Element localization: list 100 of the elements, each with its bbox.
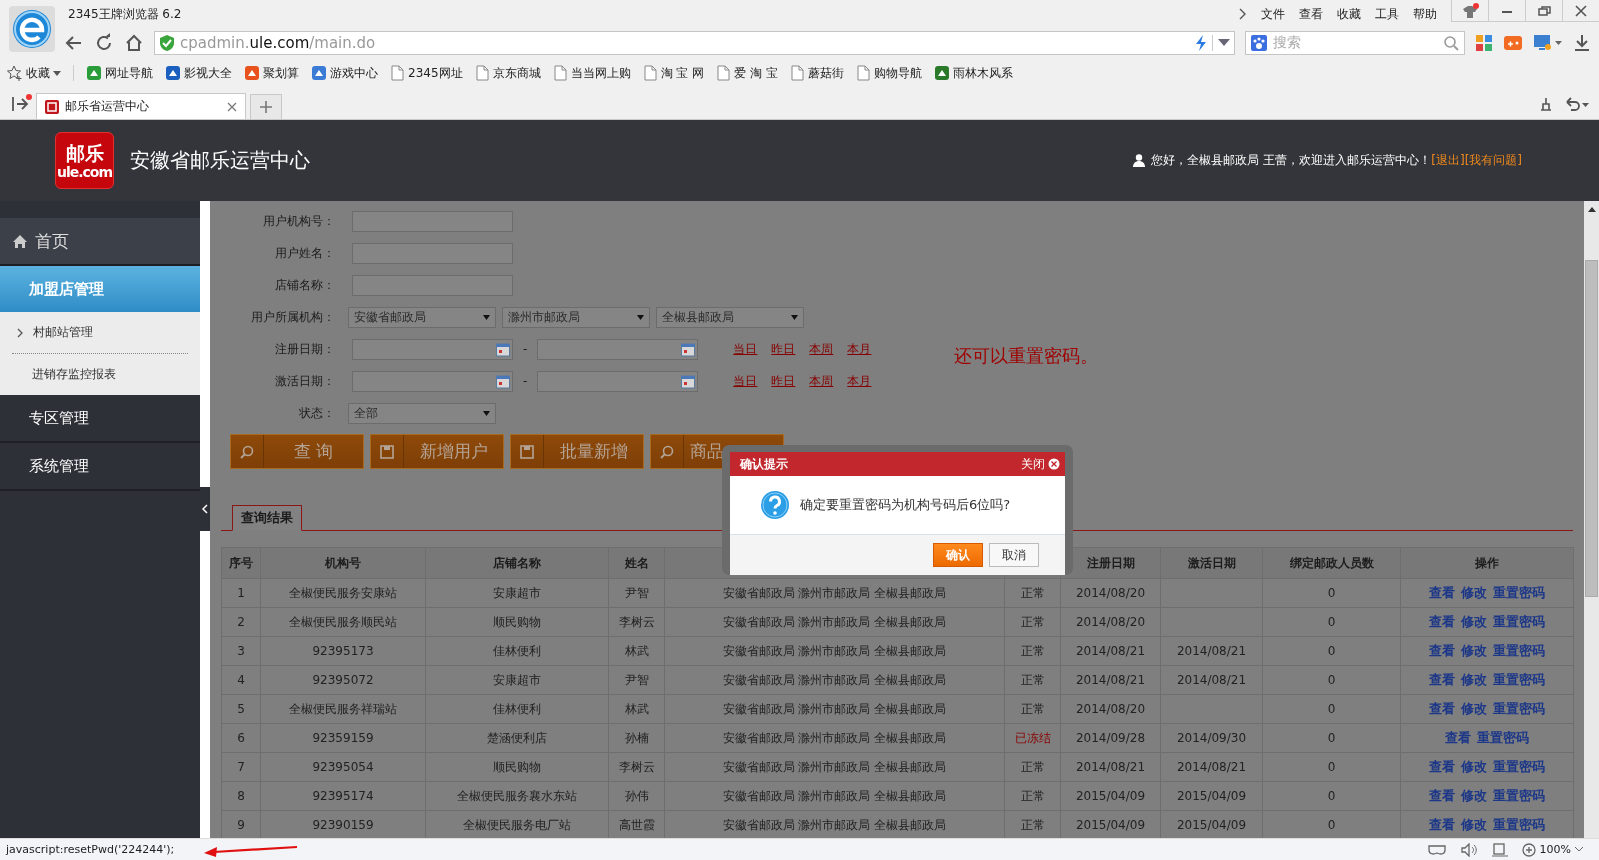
action-link[interactable]: 重置密码 xyxy=(1493,613,1545,631)
apps-icon[interactable] xyxy=(1475,34,1493,52)
menu-item[interactable]: 文件 xyxy=(1261,5,1285,23)
bookmark[interactable]: 蘑菇街 xyxy=(789,64,844,82)
action-link[interactable]: 修改 xyxy=(1461,642,1487,660)
action-link[interactable]: 修改 xyxy=(1461,613,1487,631)
menu-item[interactable]: 帮助 xyxy=(1413,5,1437,23)
action-link[interactable]: 查看 xyxy=(1429,787,1455,805)
caret-down-icon[interactable] xyxy=(1218,39,1230,47)
action-link[interactable]: 重置密码 xyxy=(1493,700,1545,718)
date-shortcut-link[interactable]: 当日 xyxy=(733,340,758,358)
action-link[interactable]: 查看 xyxy=(1429,671,1455,689)
speaker-icon[interactable] xyxy=(1459,842,1478,857)
action-link[interactable]: 查看 xyxy=(1429,816,1455,834)
calendar-icon[interactable] xyxy=(496,341,510,357)
menu-item[interactable]: 收藏 xyxy=(1337,5,1361,23)
bookmark[interactable]: 当当网上购 xyxy=(552,64,631,82)
action-link[interactable]: 重置密码 xyxy=(1493,758,1545,776)
header-link[interactable]: [我有问题] xyxy=(1464,152,1522,169)
calendar-icon[interactable] xyxy=(681,373,696,389)
date-shortcut-link[interactable]: 当日 xyxy=(733,372,758,390)
browser-tab[interactable]: 邮乐省运营中心 xyxy=(36,93,246,119)
header-link[interactable]: [退出] xyxy=(1431,152,1465,169)
action-link[interactable]: 修改 xyxy=(1461,584,1487,602)
nav-item[interactable]: 首页 xyxy=(0,218,200,266)
input-field[interactable] xyxy=(352,242,513,264)
bookmark[interactable]: 网址导航 xyxy=(86,64,153,82)
collapse-handle[interactable] xyxy=(200,487,210,531)
date-shortcut-link[interactable]: 昨日 xyxy=(771,372,796,390)
home-icon[interactable] xyxy=(124,33,144,53)
mask-icon[interactable] xyxy=(1427,843,1446,856)
bookmark[interactable]: 淘 宝 网 xyxy=(642,64,705,82)
dialog-button[interactable]: 确认 xyxy=(933,543,983,567)
nav-item[interactable]: 加盟店管理 xyxy=(0,266,200,312)
new-tab-button[interactable] xyxy=(250,94,282,119)
refresh-icon[interactable] xyxy=(94,33,114,53)
results-tab[interactable]: 查询结果 xyxy=(232,505,302,531)
action-link[interactable]: 重置密码 xyxy=(1493,671,1545,689)
favorites-button[interactable]: 收藏 xyxy=(7,64,61,82)
download-icon[interactable] xyxy=(1573,34,1591,52)
zoom-control[interactable]: 100% xyxy=(1521,842,1583,857)
dropdown[interactable]: 安徽省邮政局 xyxy=(348,306,496,328)
menu-item[interactable]: 查看 xyxy=(1299,5,1323,23)
date-shortcut-link[interactable]: 本月 xyxy=(847,372,872,390)
nav-subitem[interactable]: 进销存监控报表 xyxy=(12,354,188,395)
search-icon[interactable] xyxy=(1443,35,1459,51)
bookmark[interactable]: 2345网址 xyxy=(390,64,463,82)
action-link[interactable]: 修改 xyxy=(1461,671,1487,689)
bookmark[interactable]: 爱 淘 宝 xyxy=(716,64,778,82)
action-link[interactable]: 查看 xyxy=(1429,758,1455,776)
dialog-button[interactable]: 取消 xyxy=(989,543,1039,567)
date-field[interactable] xyxy=(352,338,513,360)
window-icon[interactable] xyxy=(1491,842,1508,857)
calendar-icon[interactable] xyxy=(681,341,696,357)
action-link[interactable]: 修改 xyxy=(1461,758,1487,776)
close-button[interactable]: 关闭 xyxy=(1021,455,1060,473)
bookmark[interactable]: 游戏中心 xyxy=(311,64,378,82)
nav-subitem[interactable]: 村邮站管理 xyxy=(12,312,188,354)
close-icon[interactable] xyxy=(1572,2,1590,19)
action-link[interactable]: 查看 xyxy=(1429,613,1455,631)
date-field[interactable] xyxy=(537,370,699,392)
action-link[interactable]: 查看 xyxy=(1429,700,1455,718)
menu-item[interactable]: 工具 xyxy=(1375,5,1399,23)
date-shortcut-link[interactable]: 本周 xyxy=(809,340,834,358)
toolbar-button[interactable]: 新增用户 xyxy=(370,434,504,469)
action-link[interactable]: 重置密码 xyxy=(1477,729,1529,747)
toolbar-button[interactable]: 批量新增 xyxy=(510,434,644,469)
action-link[interactable]: 重置密码 xyxy=(1493,584,1545,602)
date-shortcut-link[interactable]: 本周 xyxy=(809,372,834,390)
input-field[interactable] xyxy=(352,210,513,232)
undo-icon[interactable] xyxy=(1563,95,1589,112)
toolbar-button[interactable]: 查 询 xyxy=(230,434,364,469)
dropdown[interactable]: 全部 xyxy=(348,402,496,424)
close-icon[interactable] xyxy=(227,101,237,112)
scrollbar[interactable] xyxy=(1584,201,1599,838)
action-link[interactable]: 修改 xyxy=(1461,787,1487,805)
bookmark[interactable]: 影视大全 xyxy=(165,64,232,82)
calendar-icon[interactable] xyxy=(496,373,510,389)
bookmark[interactable]: 聚划算 xyxy=(244,64,299,82)
input-field[interactable] xyxy=(352,274,513,296)
bookmark[interactable]: 购物导航 xyxy=(855,64,922,82)
date-shortcut-link[interactable]: 昨日 xyxy=(771,340,796,358)
action-link[interactable]: 重置密码 xyxy=(1493,642,1545,660)
gamepad-icon[interactable] xyxy=(1503,34,1523,52)
lightning-icon[interactable] xyxy=(1195,35,1207,51)
action-link[interactable]: 重置密码 xyxy=(1493,816,1545,834)
bookmark[interactable]: 雨林木风系 xyxy=(933,64,1013,82)
monitor-icon[interactable] xyxy=(1533,34,1563,52)
chevron-right-icon[interactable] xyxy=(1239,8,1247,20)
search-field[interactable]: 搜索 xyxy=(1245,31,1465,55)
action-link[interactable]: 查看 xyxy=(1445,729,1471,747)
date-shortcut-link[interactable]: 本月 xyxy=(847,340,872,358)
dropdown[interactable]: 全椒县邮政局 xyxy=(656,306,804,328)
action-link[interactable]: 重置密码 xyxy=(1493,787,1545,805)
action-link[interactable]: 修改 xyxy=(1461,816,1487,834)
url-field[interactable]: cpadmin.ule.com/main.do xyxy=(154,31,1235,55)
date-field[interactable] xyxy=(352,370,513,392)
action-link[interactable]: 查看 xyxy=(1429,642,1455,660)
bookmark[interactable]: 京东商城 xyxy=(474,64,541,82)
dropdown[interactable]: 滁州市邮政局 xyxy=(502,306,650,328)
